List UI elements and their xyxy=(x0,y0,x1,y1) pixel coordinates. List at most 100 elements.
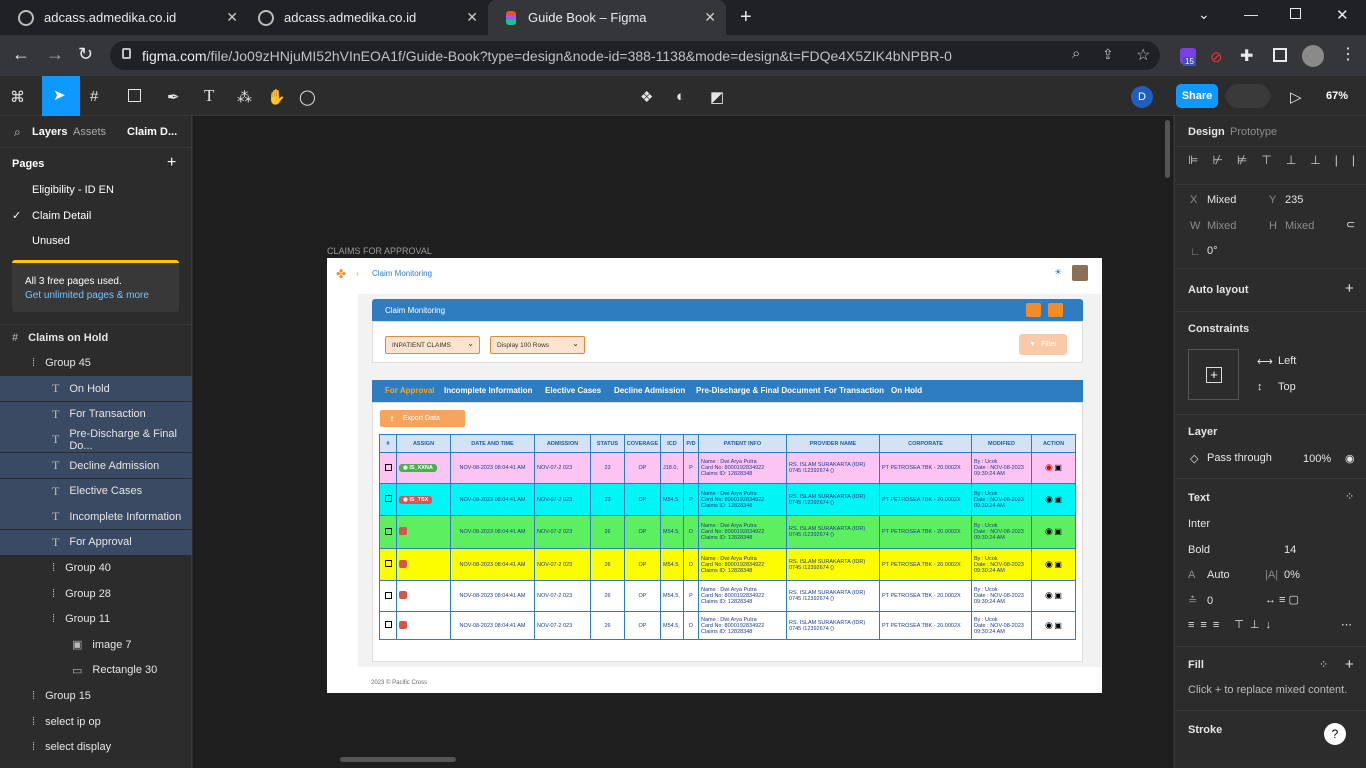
text-align-icons[interactable]: ≡≡≡ ⊤⊥↓ xyxy=(1188,618,1277,631)
h-field[interactable]: Mixed xyxy=(1285,220,1314,232)
reload-icon[interactable]: ↻ xyxy=(78,44,93,65)
layer-row[interactable]: T For Transaction xyxy=(0,401,192,427)
menu-kebab-icon[interactable]: ⋮ xyxy=(1340,44,1356,64)
layer-row[interactable]: ⁞ Group 11 xyxy=(0,607,192,632)
layer-row[interactable]: T Elective Cases xyxy=(0,478,192,504)
page-selector[interactable]: Claim D... xyxy=(127,126,177,138)
more-options-icon[interactable]: ⋯ xyxy=(1341,618,1352,631)
profile-avatar[interactable] xyxy=(1302,45,1324,67)
pen-tool-icon[interactable]: ✒ xyxy=(167,88,180,106)
add-page-icon[interactable]: + xyxy=(167,154,176,172)
constraint-horizontal[interactable]: Left xyxy=(1278,355,1296,367)
close-icon[interactable]: ✕ xyxy=(226,9,238,26)
rectangle-tool-icon[interactable] xyxy=(128,89,141,102)
text-resize-icon[interactable]: ↔ ≡ ▢ xyxy=(1265,593,1299,606)
frame-label[interactable]: CLAIMS FOR APPROVAL xyxy=(327,246,432,256)
window-close-icon[interactable]: ✕ xyxy=(1336,6,1349,24)
eye-icon[interactable]: ◉ xyxy=(1345,452,1355,465)
user-avatar[interactable]: D xyxy=(1131,86,1153,108)
rotation-field[interactable]: 0° xyxy=(1207,245,1218,257)
text-styles-icon[interactable]: ⁘ xyxy=(1345,490,1354,503)
letter-spacing[interactable]: 0% xyxy=(1284,569,1300,581)
layer-row[interactable]: ⁞ Group 45 xyxy=(0,351,192,376)
layer-row[interactable]: T For Approval xyxy=(0,529,192,555)
close-icon[interactable]: ✕ xyxy=(704,9,716,26)
page-item-active[interactable]: Claim Detail xyxy=(32,210,91,222)
close-icon[interactable]: ✕ xyxy=(466,9,478,26)
vertical-scrollbar[interactable] xyxy=(1165,120,1170,178)
search-icon[interactable]: ⌕ xyxy=(14,125,21,140)
x-field[interactable]: Mixed xyxy=(1207,194,1236,206)
move-tool[interactable]: ➤ xyxy=(42,76,80,116)
tab-assets[interactable]: Assets xyxy=(73,126,106,138)
page-item[interactable]: Eligibility - ID EN xyxy=(32,184,114,196)
resources-icon[interactable]: ⁂ xyxy=(237,88,252,106)
zoom-search-icon[interactable]: ⌕ xyxy=(1072,45,1080,62)
layer-row[interactable]: T On Hold xyxy=(0,376,192,402)
y-field[interactable]: 235 xyxy=(1285,194,1303,206)
text-tool-icon[interactable]: T xyxy=(204,86,214,106)
hand-tool-icon[interactable]: ✋ xyxy=(267,88,286,106)
help-button[interactable]: ? xyxy=(1324,723,1346,745)
add-auto-layout-icon[interactable]: + xyxy=(1345,280,1354,297)
browser-tab[interactable]: adcass.admedika.co.id ✕ xyxy=(0,0,248,35)
layer-row[interactable]: ⁞ Group 40 xyxy=(0,555,192,580)
w-field[interactable]: Mixed xyxy=(1207,220,1236,232)
eye-off-extension-icon[interactable]: ⊘ xyxy=(1210,48,1223,66)
boolean-icon[interactable]: ◩ xyxy=(710,88,724,106)
page-item[interactable]: Unused xyxy=(32,235,70,247)
main-menu-icon[interactable]: ⌘ xyxy=(10,88,25,106)
chevron-down-icon[interactable]: ⌄ xyxy=(1198,6,1210,23)
upgrade-link[interactable]: Get unlimited pages & more xyxy=(25,290,149,301)
constraint-vertical[interactable]: Top xyxy=(1278,381,1296,393)
tab-layers[interactable]: Layers xyxy=(32,126,67,138)
paragraph-spacing[interactable]: 0 xyxy=(1207,595,1213,607)
layer-row[interactable]: ⁞ Group 28 xyxy=(0,581,192,606)
font-size[interactable]: 14 xyxy=(1284,544,1296,556)
present-icon[interactable]: ▷ xyxy=(1290,88,1302,106)
opacity-field[interactable]: 100% xyxy=(1303,453,1331,465)
blend-mode[interactable]: Pass through xyxy=(1207,452,1272,464)
line-height[interactable]: Auto xyxy=(1207,569,1230,581)
font-weight[interactable]: Bold xyxy=(1188,544,1210,556)
share-page-icon[interactable]: ⇪ xyxy=(1102,46,1114,63)
layer-row[interactable]: ⁞ select display xyxy=(0,735,192,760)
maximize-icon[interactable] xyxy=(1290,8,1301,19)
sidebar-icon[interactable] xyxy=(1273,48,1287,62)
alignment-icons[interactable]: ⊫⊬⊭⊤⊥⊥||| xyxy=(1188,153,1366,167)
forward-icon[interactable]: → xyxy=(46,44,64,65)
bookmark-star-icon[interactable]: ☆ xyxy=(1136,45,1150,65)
frame-tool-icon[interactable]: # xyxy=(90,88,98,105)
comment-icon[interactable]: ◯ xyxy=(299,88,316,106)
action-cell: ◉ ▣ xyxy=(1031,515,1076,549)
constrain-proportions-icon[interactable]: ⊂ xyxy=(1346,218,1355,231)
puzzle-icon[interactable]: ✚ xyxy=(1240,46,1253,66)
layer-row[interactable]: T Pre-Discharge & Final Do... xyxy=(0,427,192,453)
mask-icon[interactable]: ◐ xyxy=(676,88,685,105)
tab-design[interactable]: Design xyxy=(1188,126,1225,138)
layer-row[interactable]: T Decline Admission xyxy=(0,453,192,478)
url-bar[interactable]: figma.com/file/Jo09zHNjuMI52hVInEOA1f/Gu… xyxy=(110,41,1160,70)
tab-prototype[interactable]: Prototype xyxy=(1230,126,1277,138)
font-family[interactable]: Inter xyxy=(1188,518,1210,530)
layer-row[interactable]: ⁞ Group 15 xyxy=(0,683,192,708)
column-header: DATE AND TIME xyxy=(450,434,535,453)
constraint-widget[interactable]: + xyxy=(1188,349,1239,400)
component-icon[interactable]: ❖ xyxy=(640,88,653,106)
layer-row[interactable]: # Claims on Hold xyxy=(0,325,192,350)
browser-tab-active[interactable]: Guide Book – Figma ✕ xyxy=(488,0,726,35)
layer-row[interactable]: ⁞ select ip op xyxy=(0,709,192,734)
fill-styles-icon[interactable]: ⁘ xyxy=(1319,658,1328,671)
zoom-level[interactable]: 67% xyxy=(1326,90,1348,102)
layer-row[interactable]: ▣ image 7 xyxy=(0,632,192,657)
layer-row[interactable]: ▭ Rectangle 30 xyxy=(0,658,192,683)
dev-mode-toggle[interactable] xyxy=(1226,84,1270,108)
back-icon[interactable]: ← xyxy=(12,44,30,65)
new-tab-icon[interactable]: + xyxy=(740,6,752,29)
layer-row[interactable]: T Incomplete Information xyxy=(0,504,192,530)
browser-tab[interactable]: adcass.admedika.co.id ✕ xyxy=(240,0,488,35)
horizontal-scrollbar[interactable] xyxy=(340,757,456,762)
add-fill-icon[interactable]: + xyxy=(1345,656,1354,673)
share-button[interactable]: Share xyxy=(1176,84,1218,108)
minimize-icon[interactable]: — xyxy=(1244,6,1258,22)
